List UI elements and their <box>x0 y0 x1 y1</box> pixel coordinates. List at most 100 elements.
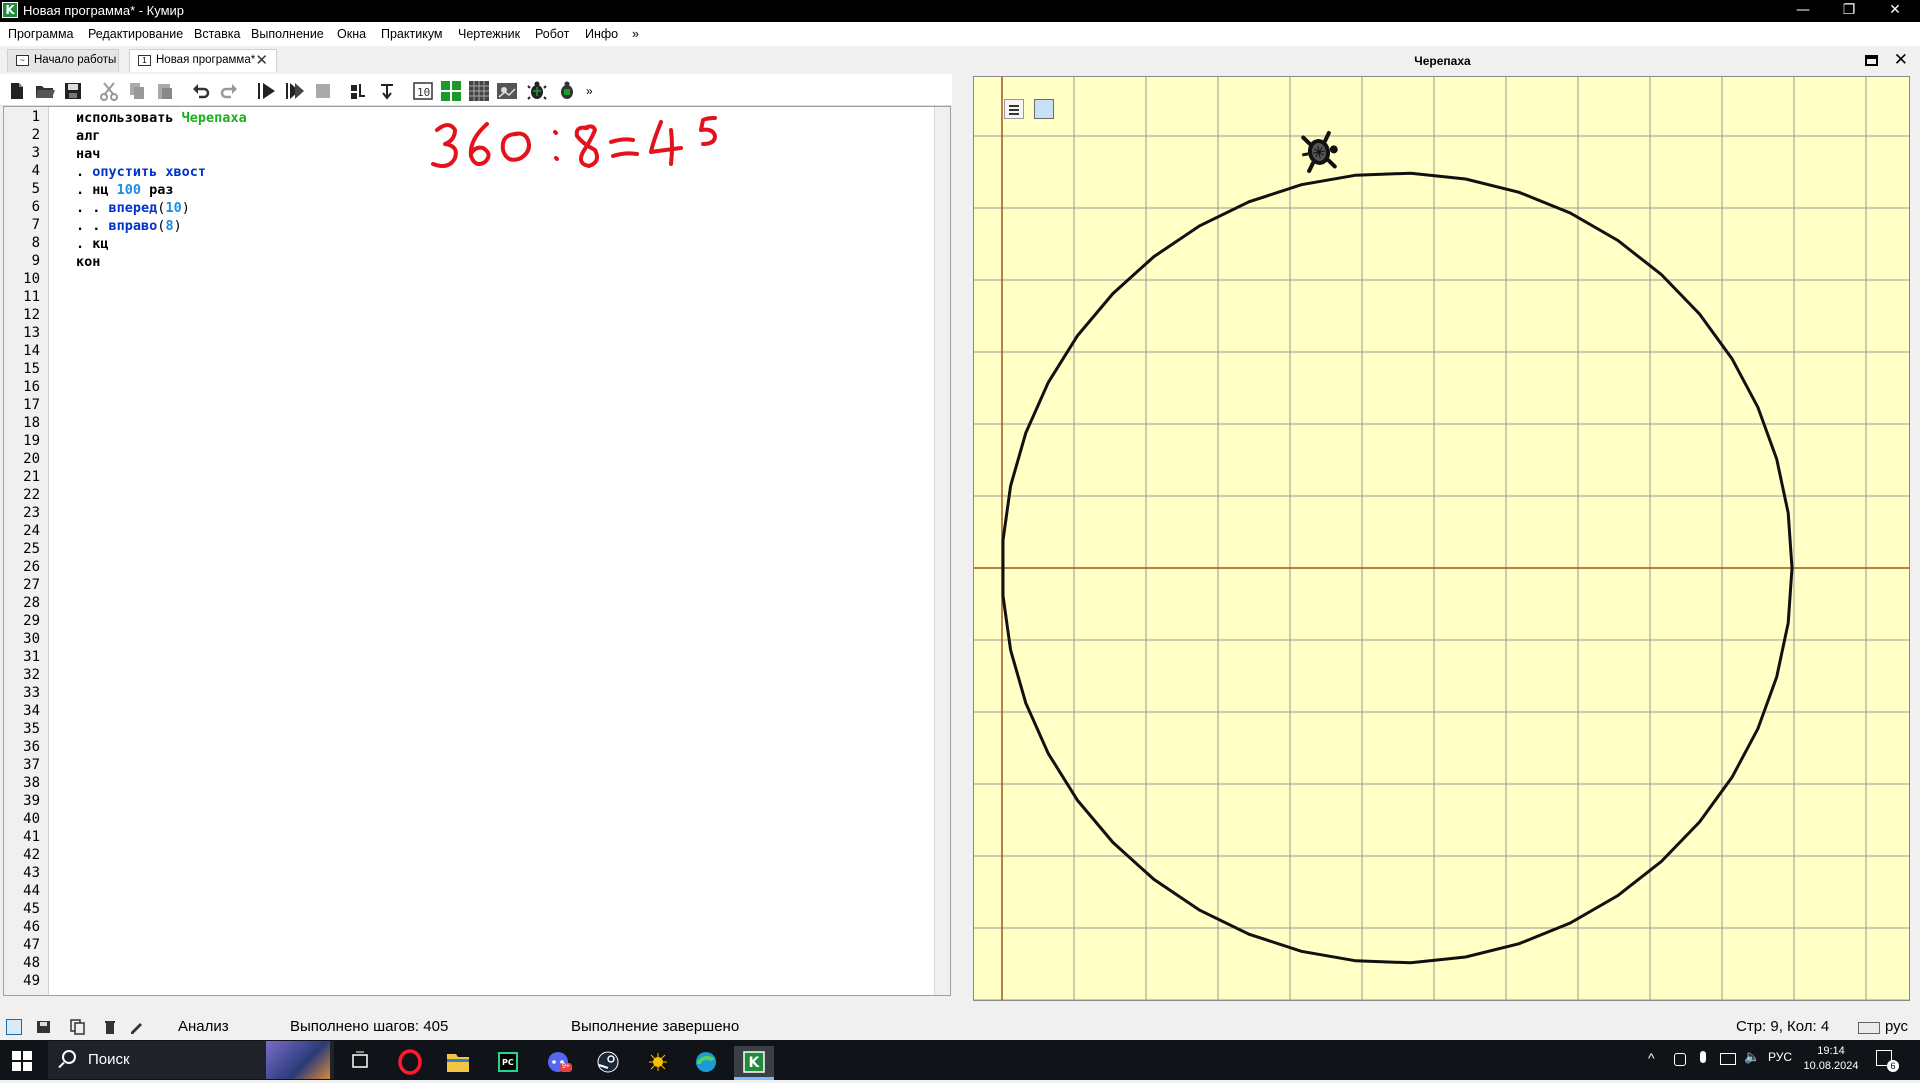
line-number: 23 <box>23 505 40 521</box>
line-number: 45 <box>23 901 40 917</box>
console-icon[interactable] <box>6 1019 22 1035</box>
editor-scrollbar[interactable] <box>934 107 950 995</box>
opera-icon[interactable] <box>390 1046 430 1080</box>
canvas-menu-button[interactable] <box>1004 99 1024 119</box>
toolbar: 10 » <box>0 74 952 106</box>
turtle-panel-header: Черепаха ✕ <box>965 46 1920 76</box>
tab-new-program[interactable]: 1 Новая программа* ✕ <box>129 49 277 72</box>
kumir-taskbar-icon[interactable]: K <box>734 1046 774 1080</box>
line-number: 22 <box>23 487 40 503</box>
search-placeholder: Поиск <box>88 1051 130 1068</box>
analysis-label[interactable]: Анализ <box>178 1018 229 1035</box>
unknown-app-icon[interactable] <box>638 1046 678 1080</box>
steam-icon[interactable] <box>588 1046 628 1080</box>
toolbar-overflow[interactable]: » <box>586 84 600 106</box>
code-line-4: . опустить хвост <box>76 164 206 180</box>
new-file-button[interactable] <box>6 80 28 102</box>
kumir-app-icon: K <box>2 2 18 18</box>
color-swatch-button[interactable] <box>1034 99 1054 119</box>
close-button[interactable]: ✕ <box>1872 0 1918 22</box>
run-step-button[interactable] <box>284 80 306 102</box>
copy-button[interactable] <box>126 80 148 102</box>
command: вперед <box>108 200 158 216</box>
tab-close-icon[interactable]: ✕ <box>255 50 268 71</box>
svg-text:10: 10 <box>417 86 430 99</box>
clear-output-icon[interactable] <box>102 1019 118 1035</box>
clock[interactable]: 19:14 10.08.2024 <box>1796 1044 1866 1074</box>
line-number: 4 <box>31 163 40 179</box>
line-number: 20 <box>23 451 40 467</box>
undo-button[interactable] <box>190 80 212 102</box>
menu-robot[interactable]: Робот <box>535 27 569 41</box>
keyword: использовать <box>76 110 182 126</box>
restore-button[interactable]: ❐ <box>1826 0 1872 22</box>
step-out-button[interactable] <box>376 80 398 102</box>
line-number: 46 <box>23 919 40 935</box>
tab-start-page[interactable]: ~ Начало работы <box>7 49 119 72</box>
save-file-button[interactable] <box>62 80 84 102</box>
menu-program[interactable]: Программа <box>8 27 74 41</box>
start-button[interactable] <box>12 1051 32 1071</box>
microphone-icon[interactable] <box>1700 1051 1706 1063</box>
module-name: Черепаха <box>181 110 247 126</box>
menu-insert[interactable]: Вставка <box>194 27 240 41</box>
robot-field-button[interactable] <box>440 80 462 102</box>
menu-edit[interactable]: Редактирование <box>88 27 183 41</box>
turtle-canvas[interactable] <box>973 76 1910 1001</box>
line-number: 3 <box>31 145 40 161</box>
tray-app-icon[interactable] <box>1674 1053 1686 1066</box>
task-view-button[interactable] <box>340 1046 380 1080</box>
edit-output-icon[interactable] <box>128 1019 144 1035</box>
file-explorer-icon[interactable] <box>438 1046 478 1080</box>
handwritten-annotation <box>431 116 717 168</box>
line-number: 49 <box>23 973 40 989</box>
indent-dot: . . <box>76 218 109 234</box>
volume-icon[interactable]: 🔈 <box>1744 1050 1760 1065</box>
line-number: 6 <box>31 199 40 215</box>
line-number: 31 <box>23 649 40 665</box>
turtle-button[interactable] <box>526 80 548 102</box>
keyboard-layout[interactable]: рус <box>1885 1018 1908 1035</box>
grid-field-button[interactable] <box>468 80 490 102</box>
menu-overflow[interactable]: » <box>632 27 639 41</box>
open-file-button[interactable] <box>34 80 56 102</box>
menu-drawer[interactable]: Чертежник <box>458 27 520 41</box>
redo-button[interactable] <box>218 80 240 102</box>
line-number: 8 <box>31 235 40 251</box>
menu-practicum[interactable]: Практикум <box>381 27 443 41</box>
svg-text:K: K <box>749 1055 761 1071</box>
menu-run[interactable]: Выполнение <box>251 27 324 41</box>
tray-chevron-icon[interactable]: ^ <box>1648 1050 1655 1066</box>
line-number: 26 <box>23 559 40 575</box>
turtle-settings-button[interactable] <box>556 80 578 102</box>
program-file-icon: 1 <box>138 55 151 66</box>
discord-icon[interactable]: 9+ <box>538 1046 578 1080</box>
menu-bar: Программа Редактирование Вставка Выполне… <box>0 22 1920 46</box>
run-icon <box>258 83 275 99</box>
paste-button[interactable] <box>154 80 176 102</box>
menu-info[interactable]: Инфо <box>585 27 618 41</box>
minimize-button[interactable]: — <box>1780 0 1826 22</box>
turtle-panel-close-button[interactable]: ✕ <box>1894 50 1908 70</box>
run-button[interactable] <box>256 80 278 102</box>
network-icon[interactable] <box>1720 1053 1736 1065</box>
taskbar-search[interactable]: Поиск <box>48 1041 334 1079</box>
grid-lines <box>974 77 1909 1000</box>
cut-button[interactable] <box>98 80 120 102</box>
language-indicator[interactable]: РУС <box>1768 1050 1792 1064</box>
line-number: 44 <box>23 883 40 899</box>
float-window-icon[interactable] <box>1865 55 1878 66</box>
code-editor[interactable]: 1 2 3 4 5 6 7 8 9 10 11 12 13 14 15 16 17 18 19 20 21 22 23 24 2… <box>3 106 951 996</box>
copy-output-icon[interactable] <box>70 1019 86 1035</box>
redo-icon <box>220 84 237 99</box>
edge-icon[interactable] <box>686 1046 726 1080</box>
stop-button[interactable] <box>312 80 334 102</box>
io-window-button[interactable]: 10 <box>412 80 434 102</box>
keyword: раз <box>141 182 174 198</box>
drawer-field-button[interactable] <box>496 80 518 102</box>
menu-windows[interactable]: Окна <box>337 27 366 41</box>
save-output-icon[interactable] <box>36 1019 52 1035</box>
step-into-button[interactable] <box>348 80 370 102</box>
pycharm-icon[interactable]: PC <box>488 1046 528 1080</box>
line-number: 29 <box>23 613 40 629</box>
